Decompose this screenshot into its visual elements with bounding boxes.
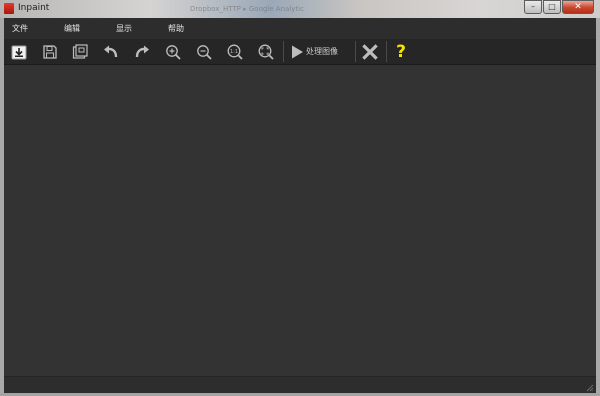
undo-button[interactable] xyxy=(100,41,122,62)
redo-button[interactable] xyxy=(131,41,153,62)
play-icon xyxy=(292,45,303,58)
zoom-in-icon xyxy=(166,44,181,60)
zoom-actual-size-button[interactable]: 1:1 xyxy=(224,41,246,62)
maximize-button[interactable]: □ xyxy=(543,0,561,14)
help-icon: ? xyxy=(396,41,406,62)
menu-bar: 文件 编辑 显示 帮助 xyxy=(4,18,596,39)
process-button[interactable] xyxy=(286,41,308,62)
window-title: Inpaint xyxy=(18,3,50,13)
app-logo-icon xyxy=(4,3,14,14)
menu-help[interactable]: 帮助 xyxy=(168,23,184,34)
cancel-button[interactable] xyxy=(359,41,381,62)
menu-file[interactable]: 文件 xyxy=(12,23,28,34)
background-window-text: Dropbox_HTTP ▸ Google Analytic xyxy=(190,5,304,13)
process-image-label[interactable]: 处理图像 xyxy=(306,46,338,57)
title-bar[interactable]: Inpaint Dropbox_HTTP ▸ Google Analytic –… xyxy=(0,0,600,18)
zoom-fit-button[interactable] xyxy=(255,41,277,62)
close-x-icon xyxy=(362,43,378,60)
save-as-icon xyxy=(72,43,88,59)
open-image-button[interactable] xyxy=(8,41,30,62)
undo-icon xyxy=(104,45,118,57)
resize-grip-icon[interactable] xyxy=(586,384,594,392)
redo-icon xyxy=(135,45,149,57)
save-icon xyxy=(43,44,57,59)
app-window: Inpaint Dropbox_HTTP ▸ Google Analytic –… xyxy=(0,0,600,396)
status-bar xyxy=(4,376,596,394)
image-canvas[interactable] xyxy=(4,65,596,393)
zoom-out-button[interactable] xyxy=(193,41,215,62)
zoom-in-button[interactable] xyxy=(162,41,184,62)
zoom-actual-size-icon: 1:1 xyxy=(227,44,243,60)
help-button[interactable]: ? xyxy=(390,41,412,62)
zoom-actual-size-label: 1:1 xyxy=(230,49,238,55)
toolbar-separator xyxy=(386,41,387,62)
toolbar-separator xyxy=(355,41,356,62)
menu-edit[interactable]: 编辑 xyxy=(64,23,80,34)
minimize-button[interactable]: – xyxy=(524,0,542,14)
toolbar-separator xyxy=(283,41,284,62)
zoom-out-icon xyxy=(197,44,212,60)
zoom-fit-icon xyxy=(258,44,274,60)
client-area: 文件 编辑 显示 帮助 1:1 处理图像 ? xyxy=(4,18,596,394)
menu-view[interactable]: 显示 xyxy=(116,23,132,34)
open-image-icon xyxy=(11,45,27,59)
toolbar: 1:1 处理图像 ? xyxy=(4,39,596,65)
save-as-button[interactable] xyxy=(69,41,91,62)
save-button[interactable] xyxy=(39,41,61,62)
close-button[interactable]: ✕ xyxy=(562,0,594,14)
